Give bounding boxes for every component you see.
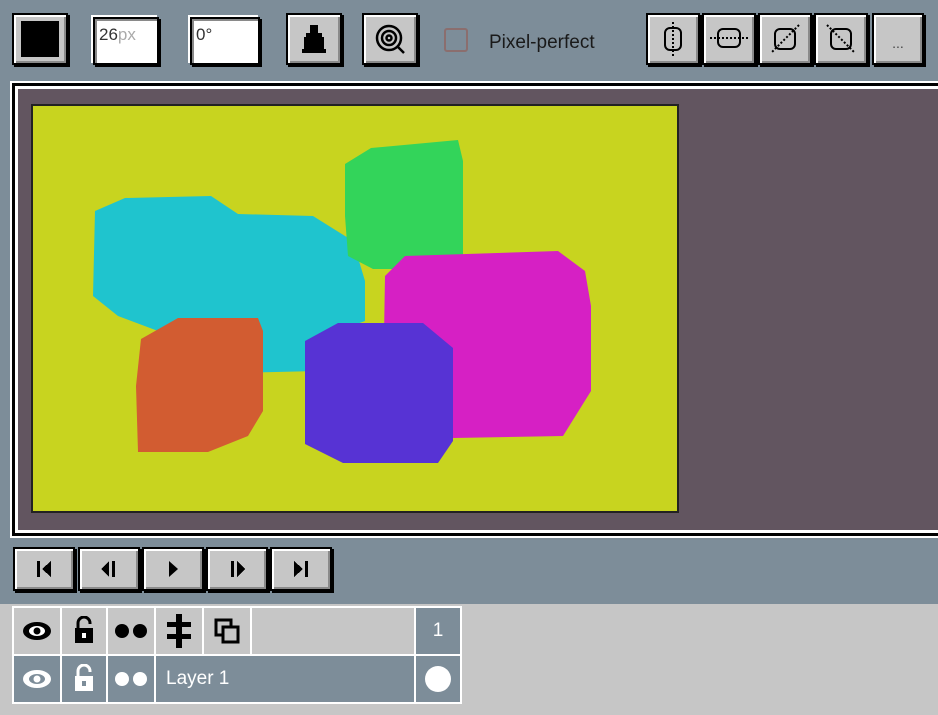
visibility-eye-icon [23, 622, 51, 640]
more-options-button[interactable]: ... [872, 13, 924, 65]
frame-number-1[interactable]: 1 [414, 606, 462, 656]
canvas-artwork [93, 140, 591, 463]
diagonal-icon [770, 24, 800, 54]
unlock-icon [75, 664, 93, 691]
flip-horizontal-icon [710, 28, 748, 48]
layer-onion-skin-toggle[interactable] [106, 654, 156, 704]
next-frame-icon [231, 561, 245, 577]
flip-vertical-icon [664, 22, 682, 56]
orange-shape [136, 318, 263, 452]
next-frame-button[interactable] [206, 547, 268, 591]
play-icon [169, 561, 178, 577]
angle-value: 0° [196, 25, 213, 44]
brush-size-unit: px [117, 25, 136, 44]
drawing-canvas[interactable] [31, 104, 679, 513]
pixel-perfect-checkbox[interactable] [444, 28, 468, 52]
purple-shape [305, 323, 453, 463]
brush-size-value: 26 [99, 25, 118, 44]
lock-icon [75, 616, 93, 643]
first-frame-button[interactable] [13, 547, 75, 591]
first-frame-icon [37, 561, 51, 577]
angle-field[interactable]: 0° [190, 17, 260, 65]
last-frame-button[interactable] [270, 547, 332, 591]
merge-layers-icon [167, 614, 191, 648]
color-swatch [21, 21, 59, 57]
brush-size-field[interactable]: 26px [93, 17, 159, 65]
ink-bottle-icon [302, 25, 326, 53]
fill-tool-button[interactable] [286, 13, 342, 65]
layer-visibility-toggle[interactable] [12, 654, 62, 704]
toggle-all-onion-skin[interactable] [106, 606, 156, 656]
toggle-all-visibility[interactable] [12, 606, 62, 656]
antidiagonal-button[interactable] [814, 13, 868, 65]
flip-horizontal-button[interactable] [702, 13, 756, 65]
pixel-perfect-label: Pixel-perfect [489, 32, 595, 53]
duplicate-layer-icon [214, 618, 240, 644]
previous-frame-button[interactable] [78, 547, 140, 591]
play-button[interactable] [142, 547, 204, 591]
flip-vertical-button[interactable] [646, 13, 700, 65]
antidiagonal-icon [826, 24, 856, 54]
cel-filled-dot-icon [425, 666, 451, 692]
layer-lock-toggle[interactable] [60, 654, 108, 704]
duplicate-layer-button[interactable] [202, 606, 252, 656]
layers-header-spacer [250, 606, 416, 656]
spiral-target-icon [375, 24, 405, 54]
visibility-eye-icon [23, 670, 51, 688]
layer-name-layer-1[interactable]: Layer 1 [154, 654, 416, 704]
diagonal-button[interactable] [758, 13, 812, 65]
green-shape [345, 140, 463, 269]
layers-panel: 1 Layer 1 [0, 604, 938, 715]
color-swatch-button[interactable] [12, 13, 68, 65]
onion-skin-icon [115, 672, 147, 686]
previous-frame-icon [101, 561, 115, 577]
symmetry-button[interactable] [362, 13, 418, 65]
onion-skin-icon [115, 624, 147, 638]
cel-frame-1[interactable] [414, 654, 462, 704]
last-frame-icon [294, 561, 308, 577]
merge-layers-button[interactable] [154, 606, 204, 656]
toggle-all-lock[interactable] [60, 606, 108, 656]
more-label: ... [892, 35, 904, 51]
